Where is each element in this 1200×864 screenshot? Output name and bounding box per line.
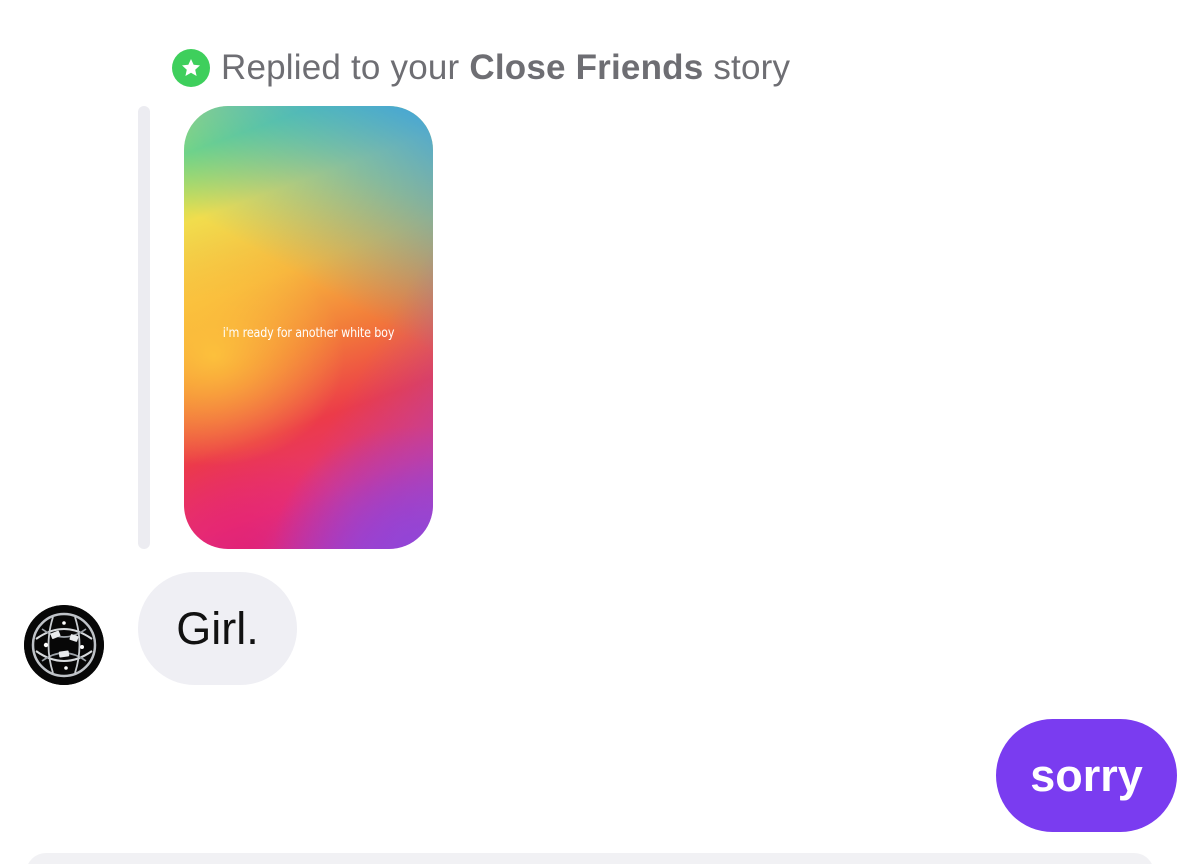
message-composer[interactable] <box>26 853 1154 864</box>
reply-quote-bar <box>138 106 150 549</box>
close-friends-badge <box>172 49 210 87</box>
reply-header-suffix: story <box>713 48 791 87</box>
reply-header-prefix: Replied to your <box>221 48 460 87</box>
story-reply-header: Replied to your Close Friends story <box>172 46 790 90</box>
star-icon <box>182 59 200 76</box>
received-message-text: Girl. <box>176 602 259 654</box>
sender-avatar[interactable] <box>24 605 104 685</box>
received-message-bubble[interactable]: Girl. <box>138 572 297 685</box>
story-preview[interactable]: i'm ready for another white boy <box>184 106 433 549</box>
sent-message-text: sorry <box>1030 749 1143 801</box>
story-text: i'm ready for another white boy <box>222 326 395 341</box>
close-friends-label: Close Friends <box>469 48 704 87</box>
sent-message-bubble[interactable]: sorry <box>996 719 1177 832</box>
dm-thread: Replied to your Close Friends story i'm … <box>0 0 1200 864</box>
avatar-image <box>24 605 104 685</box>
